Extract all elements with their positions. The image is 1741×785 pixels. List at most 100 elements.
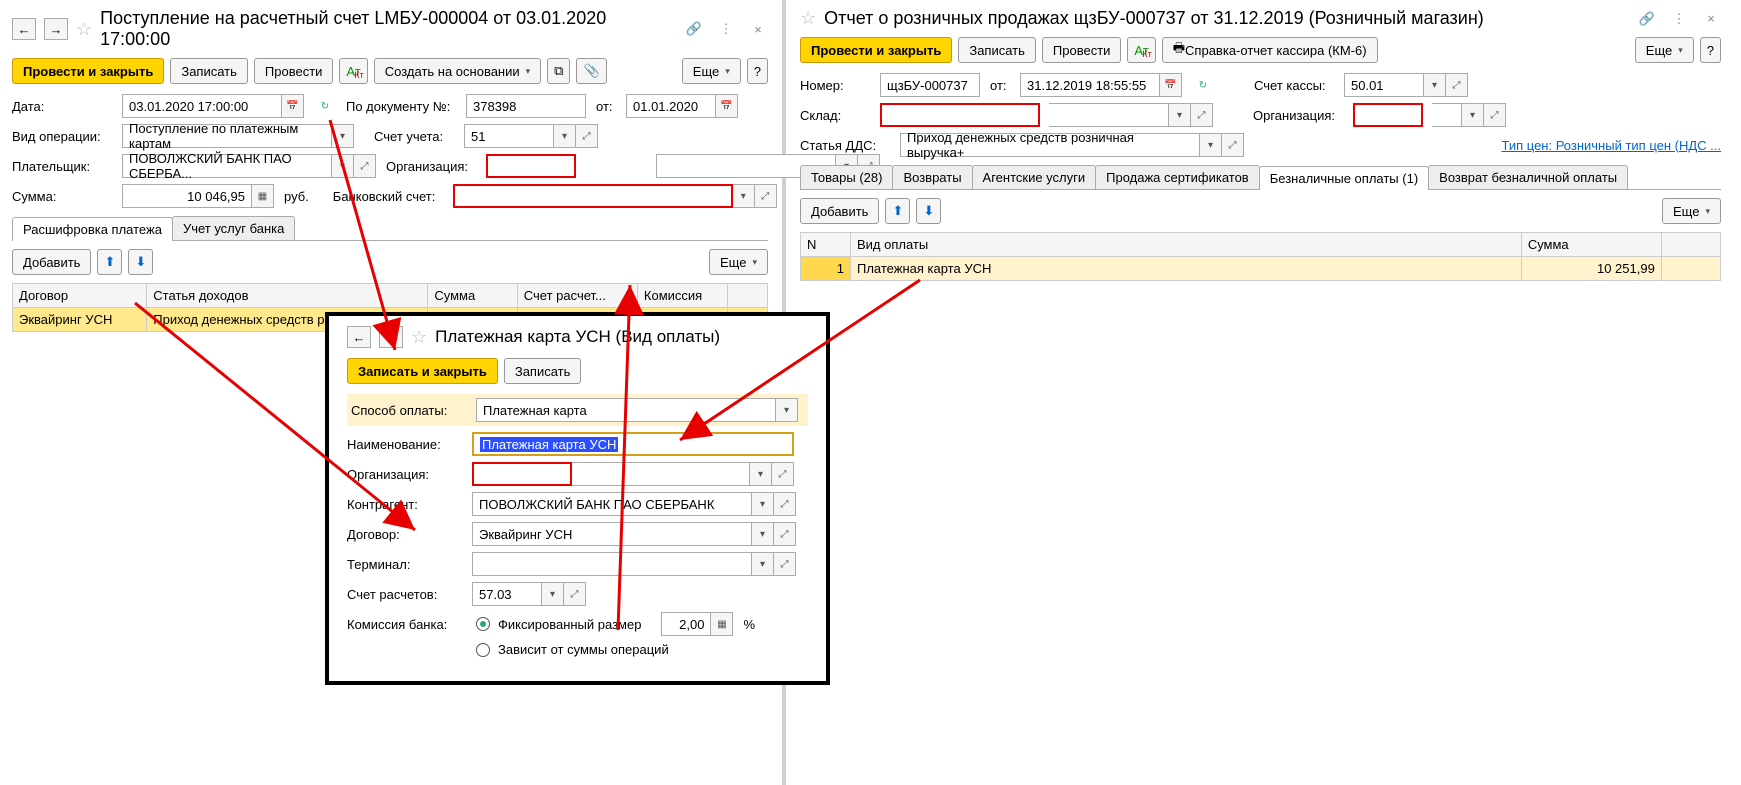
nav-fwd-button[interactable]: →	[379, 326, 403, 348]
dropdown-icon[interactable]: ▾	[1169, 103, 1191, 127]
move-down-button[interactable]: ⬇	[128, 249, 153, 275]
tab-certs[interactable]: Продажа сертификатов	[1095, 165, 1260, 189]
open-icon[interactable]: ⤢	[576, 124, 598, 148]
dropdown-icon[interactable]: ▾	[752, 522, 774, 546]
from-input[interactable]: 01.01.2020	[626, 94, 716, 118]
col-acct[interactable]: Счет расчет...	[517, 284, 637, 308]
write-button[interactable]: Записать	[170, 58, 248, 84]
help-button[interactable]: ?	[1700, 37, 1721, 63]
open-icon[interactable]: ⤢	[772, 462, 794, 486]
sklad-input[interactable]	[880, 103, 1040, 127]
move-up-button[interactable]: ⬆	[97, 249, 122, 275]
link-icon[interactable]: 🔗	[684, 19, 704, 39]
open-icon[interactable]: ⤢	[564, 582, 586, 606]
dropdown-icon[interactable]: ▾	[752, 552, 774, 576]
favorite-icon[interactable]: ☆	[800, 8, 816, 29]
from-input[interactable]: 31.12.2019 18:55:55	[1020, 73, 1160, 97]
open-icon[interactable]: ⤢	[1191, 103, 1213, 127]
dropdown-icon[interactable]: ▾	[1462, 103, 1484, 127]
tab-agent[interactable]: Агентские услуги	[972, 165, 1097, 189]
dropdown-icon[interactable]: ▾	[733, 184, 755, 208]
docnum-input[interactable]: 378398	[466, 94, 586, 118]
open-icon[interactable]: ⤢	[774, 492, 796, 516]
help-button[interactable]: ?	[747, 58, 768, 84]
dropdown-icon[interactable]: ▾	[750, 462, 772, 486]
org-input[interactable]	[472, 462, 572, 486]
open-icon[interactable]: ⤢	[1484, 103, 1506, 127]
radio-depend[interactable]	[476, 643, 490, 657]
col-n[interactable]: N	[801, 233, 851, 257]
contractor-input[interactable]: ПОВОЛЖСКИЙ БАНК ПАО СБЕРБАНК	[472, 492, 752, 516]
add-button[interactable]: Добавить	[800, 198, 879, 224]
col-contract[interactable]: Договор	[13, 284, 147, 308]
conduct-button[interactable]: Провести	[254, 58, 334, 84]
write-button[interactable]: Записать	[504, 358, 582, 384]
sum-input[interactable]: 10 046,95	[122, 184, 252, 208]
more-button[interactable]: Еще	[682, 58, 741, 84]
move-up-button[interactable]: ⬆	[885, 198, 910, 224]
write-button[interactable]: Записать	[958, 37, 1036, 63]
dropdown-icon[interactable]: ▾	[776, 398, 798, 422]
structure-icon[interactable]: ⧉	[547, 58, 570, 84]
tab-cashless[interactable]: Безналичные оплаты (1)	[1259, 166, 1429, 190]
operation-input[interactable]: Поступление по платежным картам	[122, 124, 332, 148]
close-icon[interactable]: ×	[1701, 9, 1721, 29]
calc-icon[interactable]: ▦	[711, 612, 733, 636]
org-input[interactable]	[1353, 103, 1423, 127]
open-icon[interactable]: ⤢	[774, 552, 796, 576]
table-row[interactable]: 1 Платежная карта УСН 10 251,99	[801, 257, 1721, 281]
open-icon[interactable]: ⤢	[354, 154, 376, 178]
calendar-icon[interactable]: 📅	[282, 94, 304, 118]
favorite-icon[interactable]: ☆	[76, 19, 92, 40]
dropdown-icon[interactable]: ▾	[554, 124, 576, 148]
dds-input[interactable]: Приход денежных средств розничная выручк…	[900, 133, 1200, 157]
org-ext[interactable]	[572, 462, 750, 486]
tab-payment-breakdown[interactable]: Расшифровка платежа	[12, 217, 173, 241]
price-type-link[interactable]: Тип цен: Розничный тип цен (НДС ...	[1501, 138, 1721, 153]
nav-back-button[interactable]: ←	[12, 18, 36, 40]
open-icon[interactable]: ⤢	[755, 184, 777, 208]
dropdown-icon[interactable]: ▾	[1424, 73, 1446, 97]
attach-icon[interactable]: 📎	[576, 58, 606, 84]
col-sum[interactable]: Сумма	[1521, 233, 1661, 257]
method-input[interactable]: Платежная карта	[476, 398, 776, 422]
dropdown-icon[interactable]: ▾	[542, 582, 564, 606]
col-type[interactable]: Вид оплаты	[851, 233, 1522, 257]
move-down-button[interactable]: ⬇	[916, 198, 941, 224]
refresh-icon[interactable]: ↻	[1192, 73, 1214, 97]
km6-button[interactable]: 🖶 Справка-отчет кассира (КМ-6)	[1162, 37, 1378, 63]
col-income[interactable]: Статья доходов	[147, 284, 428, 308]
conduct-button[interactable]: Провести	[1042, 37, 1122, 63]
refresh-icon[interactable]: ↻	[314, 94, 336, 118]
open-icon[interactable]: ⤢	[1222, 133, 1244, 157]
acct-input[interactable]: 51	[464, 124, 554, 148]
radio-fixed[interactable]	[476, 617, 490, 631]
name-input[interactable]: Платежная карта УСН	[480, 437, 618, 452]
tab-cashless-return[interactable]: Возврат безналичной оплаты	[1428, 165, 1628, 189]
open-icon[interactable]: ⤢	[774, 522, 796, 546]
col-sum[interactable]: Сумма	[428, 284, 517, 308]
terminal-input[interactable]	[472, 552, 752, 576]
link-icon[interactable]: 🔗	[1637, 9, 1657, 29]
tab-bank-services[interactable]: Учет услуг банка	[172, 216, 295, 240]
cell-contract[interactable]: Эквайринг УСН	[13, 308, 147, 332]
dropdown-icon[interactable]: ▾	[332, 124, 354, 148]
add-button[interactable]: Добавить	[12, 249, 91, 275]
more-button[interactable]: Еще	[1635, 37, 1694, 63]
bank-input[interactable]	[453, 184, 733, 208]
favorite-icon[interactable]: ☆	[411, 327, 427, 348]
number-input[interactable]: щзБУ-000737	[880, 73, 980, 97]
dropdown-icon[interactable]: ▾	[1200, 133, 1222, 157]
calc-icon[interactable]: ▦	[252, 184, 274, 208]
acct-input[interactable]: 57.03	[472, 582, 542, 606]
conduct-close-button[interactable]: Провести и закрыть	[800, 37, 952, 63]
nav-fwd-button[interactable]: →	[44, 18, 68, 40]
tab-returns[interactable]: Возвраты	[892, 165, 972, 189]
dropdown-icon[interactable]: ▾	[332, 154, 354, 178]
col-commission[interactable]: Комиссия	[637, 284, 727, 308]
kassa-input[interactable]: 50.01	[1344, 73, 1424, 97]
nav-back-button[interactable]: ←	[347, 326, 371, 348]
org-input[interactable]	[486, 154, 576, 178]
create-based-button[interactable]: Создать на основании	[374, 58, 541, 84]
payer-input[interactable]: ПОВОЛЖСКИЙ БАНК ПАО СБЕРБА...	[122, 154, 332, 178]
